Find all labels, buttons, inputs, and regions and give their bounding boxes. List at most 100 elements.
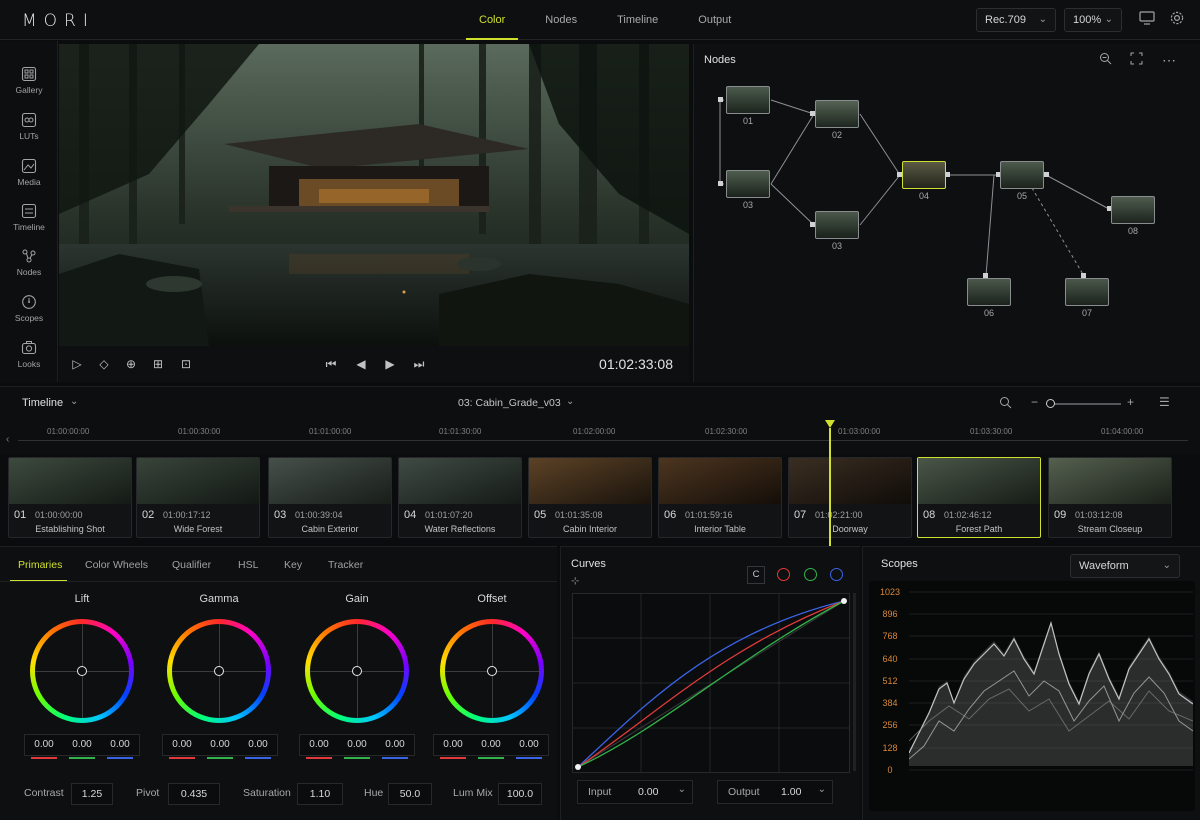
lift-red-input[interactable]: 0.00 — [25, 735, 63, 759]
input-field[interactable]: Input 0.00 ⌄ — [577, 780, 693, 804]
tab-key[interactable]: Key — [284, 559, 302, 571]
lift-blue-input[interactable]: 0.00 — [101, 735, 139, 759]
node-02[interactable] — [815, 100, 859, 128]
clip-04[interactable]: 04 01:01:07:20 Water Reflections — [398, 457, 522, 538]
tab-output[interactable]: Output — [685, 0, 744, 40]
gear-icon[interactable] — [1167, 10, 1187, 30]
clip-09[interactable]: 09 01:03:12:08 Stream Closeup — [1048, 457, 1172, 538]
channel-green-button[interactable] — [804, 568, 817, 581]
offset-red-input[interactable]: 0.00 — [434, 735, 472, 759]
ruler-tick: 01:03:30:00 — [970, 427, 1013, 436]
tab-timeline[interactable]: Timeline — [604, 0, 671, 40]
tab-color[interactable]: Color — [466, 0, 519, 40]
offset-wheel[interactable] — [440, 619, 544, 723]
chevron-left-icon[interactable]: ‹ — [6, 434, 9, 445]
tab-hsl[interactable]: HSL — [238, 559, 258, 571]
node-07[interactable] — [1065, 278, 1109, 306]
clip-06[interactable]: 06 01:01:59:16 Interior Table — [658, 457, 782, 538]
node-01[interactable] — [726, 86, 770, 114]
skip-start-icon[interactable]: ⏮ — [323, 356, 339, 372]
lift-wheel[interactable] — [30, 619, 134, 723]
tab-qualifier[interactable]: Qualifier — [172, 559, 211, 571]
keyframe-icon[interactable]: ◇ — [96, 356, 112, 372]
contrast-input[interactable]: 1.25 — [71, 783, 113, 805]
node-04[interactable] — [902, 161, 946, 189]
gamma-wheel[interactable] — [167, 619, 271, 723]
wheel-handle[interactable] — [487, 666, 497, 676]
output-field[interactable]: Output 1.00 ⌄ — [717, 780, 833, 804]
channel-blue-button[interactable] — [830, 568, 843, 581]
sidebar-item-luts[interactable]: LUTs — [0, 112, 58, 141]
timeline-title[interactable]: Timeline — [22, 397, 63, 409]
node-03b[interactable] — [815, 211, 859, 239]
zoom-icon[interactable] — [995, 394, 1015, 414]
sidebar-item-media[interactable]: Media — [0, 158, 58, 187]
scope-mode-select[interactable]: Waveform ⌄ — [1070, 554, 1180, 578]
curve-graph[interactable] — [572, 593, 850, 773]
clip-02[interactable]: 02 01:00:17:12 Wide Forest — [136, 457, 260, 538]
lum-mix-input[interactable]: 100.0 — [498, 783, 542, 805]
tab-divider — [0, 581, 557, 582]
play-icon[interactable]: ▶ — [382, 356, 398, 372]
wheel-title-gamma: Gamma — [199, 593, 239, 605]
clip-08[interactable]: 08 01:02:46:12 Forest Path — [917, 457, 1041, 538]
gamma-red-input[interactable]: 0.00 — [163, 735, 201, 759]
wheel-handle[interactable] — [214, 666, 224, 676]
colorspace-select[interactable]: Rec.709 ⌄ — [976, 8, 1056, 32]
node-08[interactable] — [1111, 196, 1155, 224]
zoom-in-icon[interactable]: + — [1127, 395, 1134, 409]
tab-primaries[interactable]: Primaries — [18, 559, 62, 571]
wheel-handle[interactable] — [352, 666, 362, 676]
sidebar-item-timeline[interactable]: Timeline — [0, 203, 58, 232]
zoom-out-icon[interactable]: − — [1031, 395, 1038, 409]
gamma-green-input[interactable]: 0.00 — [201, 735, 239, 759]
sync-icon[interactable]: ⊞ — [150, 356, 166, 372]
clip-07[interactable]: 07 01:02:21:00 Doorway — [788, 457, 912, 538]
clip-03[interactable]: 03 01:00:39:04 Cabin Exterior — [268, 457, 392, 538]
sidebar-item-looks[interactable]: Looks — [0, 340, 58, 369]
node-05[interactable] — [1000, 161, 1044, 189]
gain-wheel[interactable] — [305, 619, 409, 723]
clip-number: 02 — [142, 509, 155, 521]
gain-red-input[interactable]: 0.00 — [300, 735, 338, 759]
gain-green-input[interactable]: 0.00 — [338, 735, 376, 759]
eyedropper-icon[interactable]: ⊹ — [571, 576, 579, 587]
saturation-input[interactable]: 1.10 — [297, 783, 343, 805]
node-06[interactable] — [967, 278, 1011, 306]
sidebar-item-scopes[interactable]: Scopes — [0, 294, 58, 323]
chevron-down-icon[interactable]: ⌄ — [70, 396, 78, 407]
zoom-select[interactable]: 100% ⌄ — [1064, 8, 1122, 32]
loop-icon[interactable]: ⊕ — [123, 356, 139, 372]
gamma-blue-input[interactable]: 0.00 — [239, 735, 277, 759]
gain-blue-input[interactable]: 0.00 — [376, 735, 414, 759]
wheel-handle[interactable] — [77, 666, 87, 676]
list-icon[interactable]: ☰ — [1159, 395, 1170, 409]
timeline-ruler[interactable]: ‹ 01:00:00:00 01:00:30:00 01:01:00:00 01… — [0, 420, 1200, 546]
skip-end-icon[interactable]: ⏭ — [411, 356, 427, 372]
sidebar-item-nodes[interactable]: Nodes — [0, 248, 58, 277]
hue-input[interactable]: 50.0 — [388, 783, 432, 805]
clip-05[interactable]: 05 01:01:35:08 Cabin Interior — [528, 457, 652, 538]
video-viewer[interactable] — [59, 44, 689, 346]
slider-handle[interactable] — [1046, 399, 1055, 408]
pivot-input[interactable]: 0.435 — [168, 783, 220, 805]
lift-green-input[interactable]: 0.00 — [63, 735, 101, 759]
sidebar-item-gallery[interactable]: Gallery — [0, 66, 58, 95]
timeline-zoom-slider[interactable] — [1046, 399, 1121, 408]
chevron-down-icon[interactable]: ⌄ — [566, 396, 574, 407]
tab-nodes[interactable]: Nodes — [532, 0, 590, 40]
node-03a[interactable] — [726, 170, 770, 198]
tab-color-wheels[interactable]: Color Wheels — [85, 559, 148, 571]
channel-red-button[interactable] — [777, 568, 790, 581]
playhead[interactable] — [825, 420, 835, 428]
channel-c-button[interactable]: C — [747, 566, 765, 584]
fullscreen-icon[interactable]: ⊡ — [178, 356, 194, 372]
offset-green-input[interactable]: 0.00 — [472, 735, 510, 759]
step-back-icon[interactable]: ◀ — [353, 356, 369, 372]
play-outline-icon[interactable]: ▷ — [69, 356, 85, 372]
offset-blue-input[interactable]: 0.00 — [510, 735, 548, 759]
tab-tracker[interactable]: Tracker — [328, 559, 363, 571]
sequence-name[interactable]: 03: Cabin_Grade_v03 — [458, 397, 561, 409]
clip-01[interactable]: 01 01:00:00:00 Establishing Shot — [8, 457, 132, 538]
monitor-icon[interactable] — [1137, 10, 1157, 30]
